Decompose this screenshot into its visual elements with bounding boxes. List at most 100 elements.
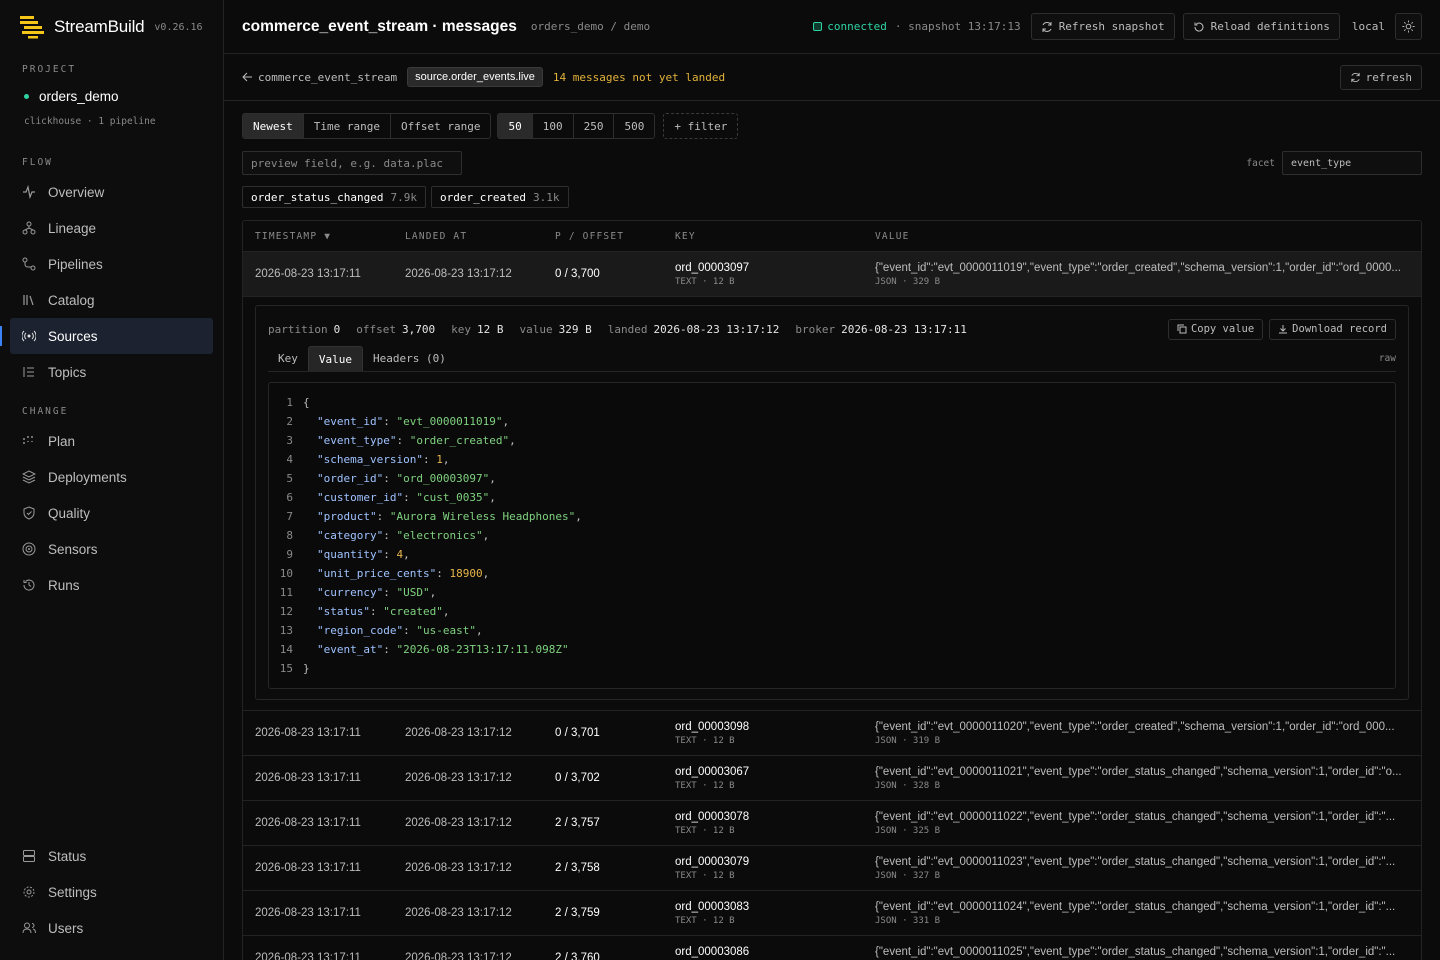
meta-key-label: key: [451, 322, 471, 336]
mode-time-range[interactable]: Time range: [304, 114, 391, 138]
column-header-timestamp[interactable]: TIMESTAMP ▼: [243, 231, 393, 242]
cell-timestamp: 2026-08-23 13:17:11: [255, 772, 361, 784]
meta-offset: 3,700: [401, 322, 436, 336]
cell-value: {"event_id":"evt_0000011021","event_type…: [875, 765, 1402, 778]
table-row[interactable]: 2026-08-23 13:17:11 2026-08-23 13:17:12 2 …: [243, 936, 1421, 960]
plan-icon: [22, 434, 36, 448]
meta-offset-label: offset: [356, 322, 396, 336]
column-header-landed-at[interactable]: LANDED AT: [393, 231, 543, 242]
shield-check-icon: [22, 506, 36, 520]
facet-chip[interactable]: order_status_changed 7.9k: [242, 186, 426, 208]
list-icon: [22, 365, 36, 379]
sidebar-item-label: Deployments: [48, 469, 127, 485]
column-header-partition-offset[interactable]: P / OFFSET: [543, 231, 663, 242]
cell-key: ord_00003098: [675, 720, 750, 733]
limit-500[interactable]: 500: [614, 114, 654, 138]
facet-input[interactable]: event_type: [1282, 151, 1422, 175]
cell-timestamp: 2026-08-23 13:17:11: [255, 862, 361, 874]
project-selector[interactable]: orders_demo: [0, 89, 223, 104]
line-number: 7: [286, 510, 293, 523]
sidebar-item-overview[interactable]: Overview: [10, 174, 213, 210]
table-row[interactable]: 2026-08-23 13:17:11 2026-08-23 13:17:12 0 …: [243, 711, 1421, 756]
project-name: orders_demo: [39, 89, 119, 104]
copy-icon: [1177, 324, 1187, 334]
sidebar-item-lineage[interactable]: Lineage: [10, 210, 213, 246]
mode-offset-range[interactable]: Offset range: [391, 114, 490, 138]
download-record-button[interactable]: Download record: [1269, 318, 1396, 340]
table-row[interactable]: 2026-08-23 13:17:11 2026-08-23 13:17:12 2 …: [243, 891, 1421, 936]
sidebar-item-runs[interactable]: Runs: [10, 567, 213, 603]
cell-key: ord_00003083: [675, 900, 750, 913]
tab-value[interactable]: Value: [307, 346, 363, 371]
brand[interactable]: StreamBuild v0.26.16: [0, 0, 223, 54]
environment-label[interactable]: local: [1352, 20, 1385, 33]
raw-toggle[interactable]: raw: [1379, 353, 1396, 364]
connection-status-label: connected: [827, 20, 887, 33]
sidebar-item-pipelines[interactable]: Pipelines: [10, 246, 213, 282]
copy-value-button[interactable]: Copy value: [1167, 318, 1264, 340]
message-detail-card: partition 0 offset 3,700 key 12 B value 329 …: [255, 305, 1409, 700]
refresh-button[interactable]: refresh: [1339, 64, 1422, 90]
cell-landed-at: 2026-08-23 13:17:12: [405, 772, 512, 784]
add-filter-button[interactable]: + filter: [663, 113, 739, 139]
tab-key[interactable]: Key: [268, 346, 308, 371]
code-text: "quantity": 4,: [317, 548, 410, 561]
theme-toggle-button[interactable]: [1395, 13, 1422, 40]
column-header-value[interactable]: VALUE: [863, 231, 1421, 242]
breadcrumb[interactable]: orders_demo / demo: [531, 20, 650, 33]
line-number: 11: [279, 586, 293, 599]
code-line: 4 "schema_version": 1,: [269, 450, 1395, 469]
sidebar-item-users[interactable]: Users: [10, 910, 213, 946]
limit-100[interactable]: 100: [533, 114, 574, 138]
sidebar-item-sensors[interactable]: Sensors: [10, 531, 213, 567]
refresh-snapshot-button[interactable]: Refresh snapshot: [1030, 13, 1175, 40]
table-row[interactable]: 2026-08-23 13:17:11 2026-08-23 13:17:12 0 …: [243, 756, 1421, 801]
sidebar-item-label: Runs: [48, 577, 80, 593]
cell-key-meta: TEXT · 12 B: [675, 780, 735, 791]
sun-icon: [1402, 20, 1415, 33]
sidebar-item-settings[interactable]: Settings: [10, 874, 213, 910]
meta-landed-label: landed: [607, 322, 648, 336]
reload-definitions-button[interactable]: Reload definitions: [1182, 13, 1340, 40]
sidebar-item-catalog[interactable]: Catalog: [10, 282, 213, 318]
line-number: 6: [286, 491, 293, 504]
message-meta: partition 0 offset 3,700 key 12 B value 329 …: [268, 318, 1396, 340]
sidebar-item-deployments[interactable]: Deployments: [10, 459, 213, 495]
sidebar-item-status[interactable]: Status: [10, 838, 213, 874]
cell-partition-offset: 2 / 3,757: [555, 817, 600, 829]
column-header-key[interactable]: KEY: [663, 231, 863, 242]
code-text: "product": "Aurora Wireless Headphones",: [317, 510, 582, 523]
table-row[interactable]: 2026-08-23 13:17:11 2026-08-23 13:17:12 2 …: [243, 801, 1421, 846]
reload-icon: [1194, 22, 1204, 32]
code-line: 6 "customer_id": "cust_0035",: [269, 488, 1395, 507]
cell-key: ord_00003097: [675, 261, 750, 274]
refresh-icon: [1042, 21, 1052, 32]
facet-chip-count: 3.1k: [533, 190, 560, 204]
facet-chip[interactable]: order_created 3.1k: [430, 186, 569, 208]
code-line: 9 "quantity": 4,: [269, 545, 1395, 564]
sidebar-item-quality[interactable]: Quality: [10, 495, 213, 531]
cell-landed-at: 2026-08-23 13:17:12: [405, 907, 512, 919]
limit-50[interactable]: 50: [498, 114, 533, 138]
facet-chips: order_status_changed 7.9k order_created 3.…: [242, 186, 1422, 210]
code-line: 11 "currency": "USD",: [269, 583, 1395, 602]
facet-chip-label: order_created: [439, 190, 527, 204]
preview-field-input[interactable]: preview field, e.g. data.plac: [242, 151, 462, 175]
cell-partition-offset: 2 / 3,760: [555, 952, 600, 960]
mode-newest[interactable]: Newest: [243, 114, 304, 138]
sidebar-item-topics[interactable]: Topics: [10, 354, 213, 390]
lineage-icon: [22, 221, 36, 235]
sidebar-item-label: Users: [48, 920, 84, 936]
limit-250[interactable]: 250: [574, 114, 615, 138]
sidebar-item-plan[interactable]: Plan: [10, 423, 213, 459]
streambuild-logo-icon: [20, 16, 44, 39]
table-row[interactable]: 2026-08-23 13:17:11 2026-08-23 13:17:12 2 …: [243, 846, 1421, 891]
tab-headers[interactable]: Headers (0): [363, 346, 456, 371]
sidebar: StreamBuild v0.26.16 PROJECT orders_demo…: [0, 0, 224, 960]
line-number: 8: [286, 529, 293, 542]
sidebar-item-sources[interactable]: Sources: [0, 318, 213, 354]
sidebar-item-label: Plan: [48, 433, 76, 449]
back-link[interactable]: commerce_event_stream: [242, 71, 397, 84]
table-row[interactable]: 2026-08-23 13:17:11 2026-08-23 13:17:12 …: [243, 252, 1421, 297]
line-number: 13: [279, 624, 293, 637]
